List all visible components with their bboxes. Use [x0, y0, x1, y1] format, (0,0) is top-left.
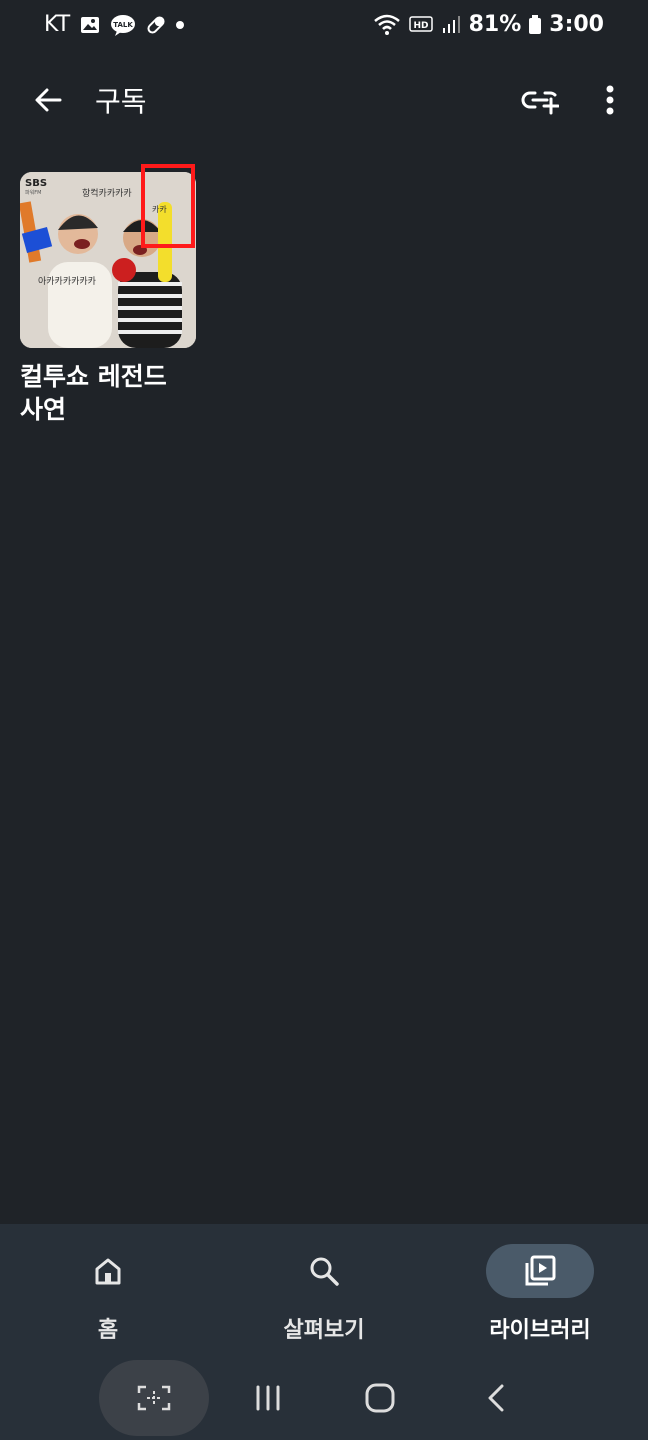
- hd-voice-icon: HD: [408, 15, 433, 35]
- more-options-button[interactable]: [592, 78, 628, 122]
- thumb-caption-top: 항컥카카카카: [82, 187, 132, 199]
- add-to-playlist-button[interactable]: [516, 78, 564, 122]
- nav-item-explore[interactable]: 살펴보기: [224, 1244, 424, 1354]
- sbs-badge-sub: 파워FM: [25, 189, 41, 196]
- system-navigation-bar: [0, 1356, 648, 1440]
- library-icon: [525, 1255, 556, 1286]
- page-title: 구독: [95, 85, 147, 118]
- nav-pill-library: [486, 1244, 594, 1298]
- status-bar: KT TALK HD 81% 3:00: [0, 0, 648, 56]
- screen-capture-icon: [137, 1385, 171, 1411]
- recents-icon: [256, 1385, 280, 1411]
- nav-pill-home: [54, 1244, 162, 1298]
- subscription-card[interactable]: SBS 파워FM 항컥카카카카 아카카카카카카 카카 컬투쇼 레전드 사연: [20, 172, 200, 426]
- home-system-button[interactable]: [352, 1360, 408, 1436]
- pill-icon: [146, 15, 166, 35]
- thumb-caption-right: 카카: [152, 205, 167, 214]
- kakao-label: TALK: [113, 21, 133, 29]
- nav-pill-explore: [270, 1244, 378, 1298]
- cast-add-icon: [521, 91, 559, 115]
- hd-label: HD: [413, 21, 428, 31]
- signal-icon: [441, 15, 461, 35]
- nav-item-library[interactable]: 라이브러리: [440, 1244, 640, 1354]
- status-bar-left: KT TALK: [44, 12, 185, 37]
- home-circle-icon: [365, 1383, 395, 1413]
- podcast-thumbnail[interactable]: SBS 파워FM 항컥카카카카 아카카카카카카 카카: [20, 172, 196, 348]
- home-icon: [95, 1258, 121, 1285]
- carrier-label: KT: [44, 12, 71, 37]
- back-system-button[interactable]: [468, 1360, 524, 1436]
- back-chevron-icon: [488, 1384, 504, 1412]
- nav-label-home: 홈: [97, 1318, 119, 1343]
- nav-item-home[interactable]: 홈: [8, 1244, 208, 1354]
- search-icon: [310, 1257, 339, 1286]
- back-button[interactable]: [26, 78, 70, 122]
- nav-label-explore: 살펴보기: [283, 1318, 365, 1343]
- clock: 3:00: [549, 12, 604, 37]
- dot-icon: [176, 20, 185, 29]
- battery-icon: [529, 14, 542, 35]
- app-bar: 구독: [0, 64, 648, 134]
- thumb-caption-left: 아카카카카카카: [38, 276, 96, 287]
- sbs-badge: SBS: [25, 178, 47, 189]
- podcast-title[interactable]: 컬투쇼 레전드 사연: [20, 360, 210, 426]
- screen-capture-button[interactable]: [99, 1360, 209, 1436]
- recents-button[interactable]: [240, 1360, 296, 1436]
- battery-percent: 81%: [468, 12, 522, 37]
- kakaotalk-icon: TALK: [110, 14, 136, 36]
- more-vert-icon: [606, 85, 614, 115]
- gallery-icon: [80, 15, 100, 35]
- back-arrow-icon: [35, 88, 62, 112]
- wifi-icon: [373, 13, 401, 37]
- status-bar-right: HD 81% 3:00: [373, 12, 604, 37]
- nav-label-library: 라이브러리: [489, 1318, 591, 1343]
